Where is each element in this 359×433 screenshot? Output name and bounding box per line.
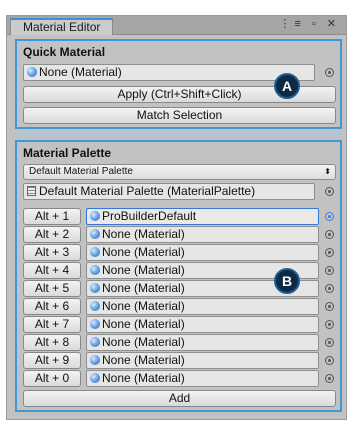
object-picker-icon[interactable] <box>325 266 334 275</box>
object-picker-icon[interactable] <box>325 338 334 347</box>
palette-material-field-6[interactable]: None (Material) <box>86 298 319 315</box>
palette-asset-icon <box>27 186 36 196</box>
section-divider <box>15 133 342 135</box>
palette-material-field-2[interactable]: None (Material) <box>86 226 319 243</box>
material-value: None (Material) <box>102 353 185 367</box>
shortcut-button-alt-0[interactable]: Alt + 0 <box>23 370 81 387</box>
material-sphere-icon <box>90 229 100 239</box>
callout-b: B <box>274 268 300 294</box>
material-sphere-icon <box>90 319 100 329</box>
palette-material-field-9[interactable]: None (Material) <box>86 352 319 369</box>
match-selection-button[interactable]: Match Selection <box>23 107 336 124</box>
quick-material-section: Quick Material None (Material) Apply (Ct… <box>15 39 342 129</box>
material-value: None (Material) <box>102 299 185 313</box>
add-button[interactable]: Add <box>23 390 336 407</box>
material-sphere-icon <box>27 67 37 77</box>
palette-dropdown-value: Default Material Palette <box>29 166 133 177</box>
palette-asset-value: Default Material Palette (MaterialPalett… <box>39 184 256 198</box>
palette-material-field-7[interactable]: None (Material) <box>86 316 319 333</box>
material-value: None (Material) <box>102 245 185 259</box>
shortcut-button-alt-1[interactable]: Alt + 1 <box>23 208 81 225</box>
quick-material-field[interactable]: None (Material) <box>23 64 315 81</box>
object-picker-icon[interactable] <box>325 248 334 257</box>
material-sphere-icon <box>90 373 100 383</box>
window-controls: ⋮≡ ▫ ✕ <box>279 17 340 30</box>
shortcut-button-alt-8[interactable]: Alt + 8 <box>23 334 81 351</box>
material-palette-section: Material Palette Default Material Palett… <box>15 140 342 412</box>
material-sphere-icon <box>90 355 100 365</box>
object-picker-icon[interactable] <box>325 68 334 77</box>
maximize-icon[interactable]: ▫ <box>312 18 320 30</box>
shortcut-button-alt-3[interactable]: Alt + 3 <box>23 244 81 261</box>
quick-material-title: Quick Material <box>23 45 106 59</box>
palette-material-field-8[interactable]: None (Material) <box>86 334 319 351</box>
object-picker-icon[interactable] <box>325 212 334 221</box>
material-sphere-icon <box>90 283 100 293</box>
callout-a: A <box>274 73 300 99</box>
material-value: None (Material) <box>102 263 185 277</box>
shortcut-button-alt-7[interactable]: Alt + 7 <box>23 316 81 333</box>
shortcut-button-alt-2[interactable]: Alt + 2 <box>23 226 81 243</box>
quick-material-value: None (Material) <box>39 65 122 79</box>
object-picker-icon[interactable] <box>325 374 334 383</box>
close-icon[interactable]: ✕ <box>327 17 340 30</box>
shortcut-button-alt-5[interactable]: Alt + 5 <box>23 280 81 297</box>
palette-material-field-0[interactable]: None (Material) <box>86 370 319 387</box>
object-picker-icon[interactable] <box>325 187 334 196</box>
menu-icon[interactable]: ⋮≡ <box>279 17 304 30</box>
object-picker-icon[interactable] <box>325 230 334 239</box>
object-picker-icon[interactable] <box>325 284 334 293</box>
tab-bar: Material Editor ⋮≡ ▫ ✕ <box>7 16 346 35</box>
material-sphere-icon <box>90 265 100 275</box>
material-value: None (Material) <box>102 281 185 295</box>
object-picker-icon[interactable] <box>325 356 334 365</box>
material-value: None (Material) <box>102 335 185 349</box>
palette-material-field-3[interactable]: None (Material) <box>86 244 319 261</box>
material-value: None (Material) <box>102 371 185 385</box>
palette-material-field-1[interactable]: ProBuilderDefault <box>86 208 319 225</box>
material-sphere-icon <box>90 211 100 221</box>
material-palette-title: Material Palette <box>23 146 112 160</box>
object-picker-icon[interactable] <box>325 302 334 311</box>
shortcut-button-alt-4[interactable]: Alt + 4 <box>23 262 81 279</box>
dropdown-arrow-icon: ⬍ <box>324 167 331 176</box>
material-sphere-icon <box>90 337 100 347</box>
shortcut-button-alt-9[interactable]: Alt + 9 <box>23 352 81 369</box>
palette-dropdown[interactable]: Default Material Palette ⬍ <box>23 164 336 180</box>
palette-asset-field[interactable]: Default Material Palette (MaterialPalett… <box>23 183 315 200</box>
material-value: None (Material) <box>102 227 185 241</box>
material-value: ProBuilderDefault <box>102 209 197 223</box>
material-sphere-icon <box>90 301 100 311</box>
material-sphere-icon <box>90 247 100 257</box>
shortcut-button-alt-6[interactable]: Alt + 6 <box>23 298 81 315</box>
tab-material-editor[interactable]: Material Editor <box>10 18 114 35</box>
material-editor-window: Material Editor ⋮≡ ▫ ✕ Quick Material No… <box>6 15 347 420</box>
object-picker-icon[interactable] <box>325 320 334 329</box>
material-value: None (Material) <box>102 317 185 331</box>
